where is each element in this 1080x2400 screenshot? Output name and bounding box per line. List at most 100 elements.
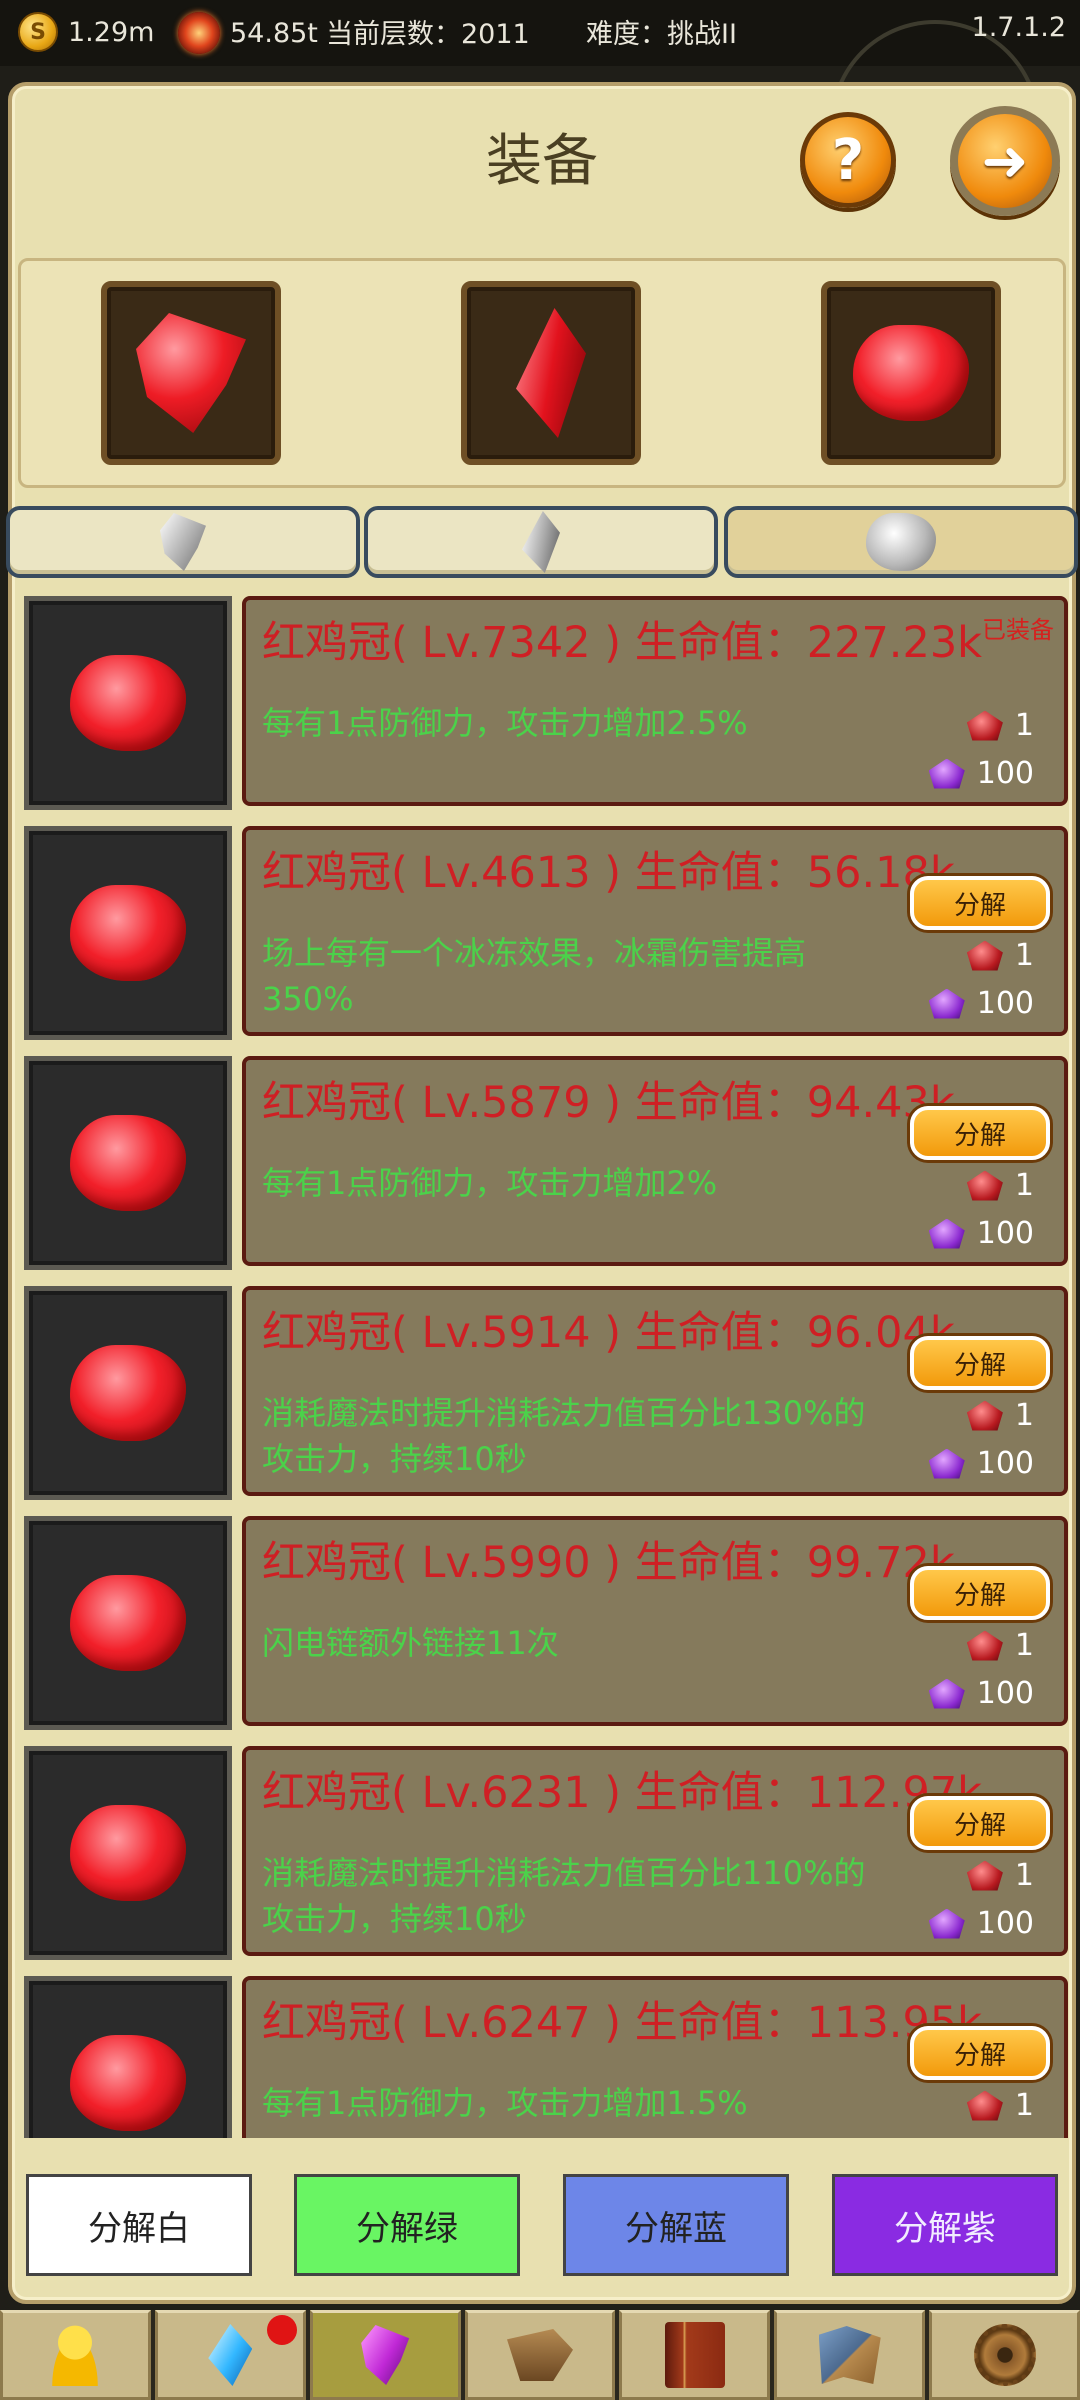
item-title: 红鸡冠( Lv.6231 ) 生命值：112.97k [262,1768,983,1818]
nav-hero[interactable] [0,2310,151,2400]
bottom-nav [0,2310,1080,2400]
red-material-cost: 1 [966,938,1034,973]
item-icon-frame [24,1286,232,1500]
forge-icon [507,2329,573,2381]
nav-book[interactable] [619,2310,771,2400]
red-crystal-gem-icon [516,308,586,438]
gear-icon [973,2324,1036,2386]
equipment-row[interactable]: 红鸡冠( Lv.6247 ) 生命值：113.95k 每有1点防御力，攻击力增加… [24,1976,1068,2138]
red-material-cost: 1 [966,2088,1034,2123]
purple-material-count: 100 [976,1906,1034,1941]
purple-ore-icon [928,1218,965,1249]
gold-amount: 1.29m [68,16,155,48]
purple-material-count: 100 [977,2136,1034,2138]
purple-ore-icon [928,1908,965,1939]
gold-counter: S 1.29m [18,12,154,52]
item-description: 场上每有一个冰冻效果，冰霜伤害提高350% [262,934,807,1018]
nav-map[interactable] [774,2310,926,2400]
purple-material-cost: 100 [928,1216,1034,1251]
red-material-count: 1 [1014,1398,1034,1433]
fire-gem-icon [178,12,220,54]
red-blob-gem-icon [70,2035,186,2131]
difficulty-label: 难度：挑战II [586,19,737,50]
purple-material-cost: 100 [928,1676,1034,1711]
red-material-count: 1 [1014,938,1034,973]
red-material-count: 1 [1014,1168,1034,1203]
purple-material-cost: 100 [928,1446,1034,1481]
item-icon-frame [24,1516,232,1730]
red-ore-icon [966,940,1003,971]
decompose-button[interactable]: 分解 [910,2026,1050,2080]
item-title: 红鸡冠( Lv.7342 ) 生命值：227.23k [262,618,983,668]
equipment-panel: 装备 ? ➜ 红鸡冠( Lv.7342 ) 生命值：227.23k 每有1点防御… [6,82,1078,2304]
nav-forge[interactable] [464,2310,616,2400]
item-description: 消耗魔法时提升消耗法力值百分比110%的攻击力，持续10秒 [262,1854,866,1938]
equipment-list[interactable]: 红鸡冠( Lv.7342 ) 生命值：227.23k 每有1点防御力，攻击力增加… [24,596,1068,2138]
red-blob-gem-icon [70,1345,186,1441]
decompose-button[interactable]: 分解 [910,1336,1050,1390]
item-description: 消耗魔法时提升消耗法力值百分比130%的攻击力，持续10秒 [262,1394,866,1478]
item-details: 红鸡冠( Lv.6231 ) 生命值：112.97k 消耗魔法时提升消耗法力值百… [242,1746,1068,1956]
item-icon-frame [24,1976,232,2138]
decompose-blue-button[interactable]: 分解蓝 [563,2174,789,2276]
red-ore-icon [966,2090,1003,2121]
item-details: 红鸡冠( Lv.5914 ) 生命值：96.04k 消耗魔法时提升消耗法力值百分… [242,1286,1068,1496]
equipment-row[interactable]: 红鸡冠( Lv.5879 ) 生命值：94.43k 每有1点防御力，攻击力增加2… [24,1056,1068,1270]
red-blob-gem-icon [70,885,186,981]
decompose-white-button[interactable]: 分解白 [26,2174,252,2276]
decompose-button[interactable]: 分解 [910,1566,1050,1620]
tab-crystal[interactable] [364,506,718,578]
red-ore-icon [966,1860,1003,1891]
equipped-slot-3[interactable] [821,281,1001,465]
purple-material-count: 100 [976,1446,1034,1481]
item-details: 红鸡冠( Lv.7342 ) 生命值：227.23k 每有1点防御力，攻击力增加… [242,596,1068,806]
help-button[interactable]: ? [800,112,896,208]
hero-icon [46,2324,105,2386]
tab-blob[interactable] [724,506,1078,578]
equipment-row[interactable]: 红鸡冠( Lv.5914 ) 生命值：96.04k 消耗魔法时提升消耗法力值百分… [24,1286,1068,1500]
decompose-button[interactable]: 分解 [910,876,1050,930]
item-title: 红鸡冠( Lv.6247 ) 生命值：113.95k [262,1998,983,2048]
equipment-row[interactable]: 红鸡冠( Lv.4613 ) 生命值：56.18k 场上每有一个冰冻效果，冰霜伤… [24,826,1068,1040]
equipment-row[interactable]: 红鸡冠( Lv.7342 ) 生命值：227.23k 每有1点防御力，攻击力增加… [24,596,1068,810]
floor-label: 当前层数：2011 [326,19,530,50]
gem-counter: 54.85t [178,12,318,54]
purple-material-count: 100 [976,986,1034,1021]
red-blob-gem-icon [70,1805,186,1901]
purple-material-cost: 100 [928,986,1034,1021]
decompose-button[interactable]: 分解 [910,1106,1050,1160]
floor-counter: 当前层数：2011 [326,12,530,51]
item-description: 每有1点防御力，攻击力增加2.5% [262,704,748,742]
equipped-slot-2[interactable] [461,281,641,465]
decompose-green-button[interactable]: 分解绿 [294,2174,520,2276]
purple-material-cost: 100 [928,756,1034,791]
gem-amount: 54.85t [230,17,318,49]
tab-shard[interactable] [6,506,360,578]
gold-coin-icon: S [18,12,58,52]
status-bar: S 1.29m 54.85t 当前层数：2011 难度：挑战II 1.7.1.2 [0,0,1080,140]
red-shard-gem-icon [136,313,246,433]
white-blob-gem-icon [866,513,936,571]
crystal-icon [208,2324,253,2386]
red-material-count: 1 [1014,1628,1034,1663]
item-icon-frame [24,826,232,1040]
version-text: 1.7.1.2 [971,12,1066,43]
decompose-purple-button[interactable]: 分解紫 [832,2174,1058,2276]
back-button[interactable]: ➜ [950,106,1060,216]
equipped-slot-1[interactable] [101,281,281,465]
purple-ore-icon [928,1678,965,1709]
nav-settings[interactable] [929,2310,1080,2400]
equipment-row[interactable]: 红鸡冠( Lv.5990 ) 生命值：99.72k 闪电链额外链接11次 分解 … [24,1516,1068,1730]
nav-gem[interactable] [309,2310,461,2400]
red-ore-icon [966,710,1003,741]
nav-crystal[interactable] [154,2310,306,2400]
item-description: 每有1点防御力，攻击力增加1.5% [262,2084,748,2122]
question-icon: ? [831,127,865,193]
red-ore-icon [966,1630,1003,1661]
equipment-row[interactable]: 红鸡冠( Lv.6231 ) 生命值：112.97k 消耗魔法时提升消耗法力值百… [24,1746,1068,1960]
decompose-button[interactable]: 分解 [910,1796,1050,1850]
purple-material-count: 100 [976,1676,1034,1711]
red-material-cost: 1 [966,1398,1034,1433]
red-material-count: 1 [1014,1858,1034,1893]
red-material-count: 1 [1014,708,1034,743]
